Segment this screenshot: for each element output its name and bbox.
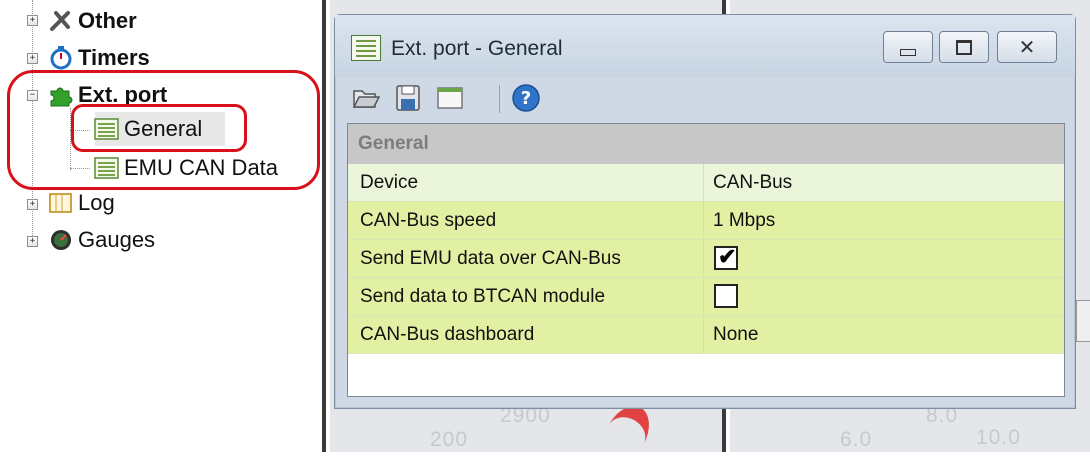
checkmark-icon: ✔ bbox=[718, 244, 737, 269]
tree-item-gauges[interactable]: Gauges bbox=[48, 227, 155, 253]
window-title: Ext. port - General bbox=[391, 37, 563, 60]
property-name: Send data to BTCAN module bbox=[348, 278, 704, 315]
property-value-can-bus-dashboard[interactable]: None bbox=[705, 316, 1064, 353]
property-name: Device bbox=[348, 164, 704, 201]
minimize-button[interactable] bbox=[883, 31, 933, 63]
grid-row[interactable]: CAN-Bus dashboard None bbox=[348, 316, 1064, 354]
close-button[interactable]: ✕ bbox=[997, 31, 1057, 63]
annotation-outline bbox=[71, 104, 247, 152]
gauge-label: 6.0 bbox=[840, 428, 873, 451]
grid-category-header: General bbox=[348, 124, 1064, 164]
tree-item-label: Timers bbox=[78, 45, 150, 70]
tree-item-label: Gauges bbox=[78, 227, 156, 252]
gauge-label: 10.0 bbox=[976, 426, 1021, 449]
tree-item-label: Log bbox=[78, 190, 115, 215]
ext-port-window: Ext. port - General ✕ ? General Device C… bbox=[334, 14, 1076, 409]
property-value-send-btcan bbox=[705, 278, 1064, 315]
maximize-button[interactable] bbox=[939, 31, 989, 63]
tree-item-label: Other bbox=[78, 8, 137, 33]
property-name: CAN-Bus dashboard bbox=[348, 316, 704, 353]
property-value-device[interactable]: CAN-Bus bbox=[705, 164, 1064, 201]
save-icon bbox=[396, 85, 420, 111]
gauge-red-arc bbox=[593, 398, 659, 472]
property-value-send-emu-data: ✔ bbox=[705, 240, 1064, 277]
minimize-icon bbox=[900, 48, 916, 56]
help-button[interactable]: ? bbox=[511, 83, 541, 113]
property-name: CAN-Bus speed bbox=[348, 202, 704, 239]
send-emu-data-checkbox[interactable]: ✔ bbox=[714, 244, 738, 270]
property-grid: General Device CAN-Bus CAN-Bus speed 1 M… bbox=[347, 123, 1065, 397]
expand-icon[interactable]: + bbox=[27, 236, 38, 247]
table-icon bbox=[351, 35, 381, 61]
window-icon bbox=[437, 87, 463, 109]
tree-item-timers[interactable]: Timers bbox=[48, 45, 150, 71]
scroll-edge bbox=[1076, 300, 1090, 342]
tree-item-other[interactable]: Other bbox=[48, 8, 137, 34]
project-tree: + Other + Timers − Ext. port General EMU… bbox=[0, 0, 330, 452]
toolbar-separator bbox=[499, 85, 500, 113]
svg-text:?: ? bbox=[521, 88, 531, 109]
open-folder-icon bbox=[352, 90, 381, 108]
property-value-can-bus-speed[interactable]: 1 Mbps bbox=[705, 202, 1064, 239]
property-name: Send EMU data over CAN-Bus bbox=[348, 240, 704, 277]
stopwatch-icon bbox=[48, 46, 74, 70]
tree-item-log[interactable]: Log bbox=[48, 190, 115, 216]
send-btcan-checkbox[interactable] bbox=[714, 284, 738, 308]
grid-row[interactable]: Send data to BTCAN module bbox=[348, 278, 1064, 316]
maximize-icon bbox=[956, 39, 972, 55]
help-icon: ? bbox=[512, 84, 540, 112]
window-button[interactable] bbox=[435, 83, 465, 113]
open-button[interactable] bbox=[351, 83, 381, 113]
expand-icon[interactable]: + bbox=[27, 15, 38, 26]
expand-icon[interactable]: + bbox=[27, 53, 38, 64]
gauge-label: 200 bbox=[430, 428, 469, 451]
gauge-icon bbox=[48, 228, 74, 252]
grid-row[interactable]: CAN-Bus speed 1 Mbps bbox=[348, 202, 1064, 240]
tools-icon bbox=[48, 9, 74, 33]
grid-row[interactable]: Device CAN-Bus bbox=[348, 164, 1064, 202]
chart-icon bbox=[48, 191, 74, 215]
window-toolbar: ? bbox=[345, 79, 1065, 119]
save-button[interactable] bbox=[393, 83, 423, 113]
close-icon: ✕ bbox=[1018, 36, 1036, 59]
grid-row[interactable]: Send EMU data over CAN-Bus ✔ bbox=[348, 240, 1064, 278]
expand-icon[interactable]: + bbox=[27, 199, 38, 210]
window-titlebar[interactable]: Ext. port - General ✕ bbox=[335, 15, 1075, 77]
